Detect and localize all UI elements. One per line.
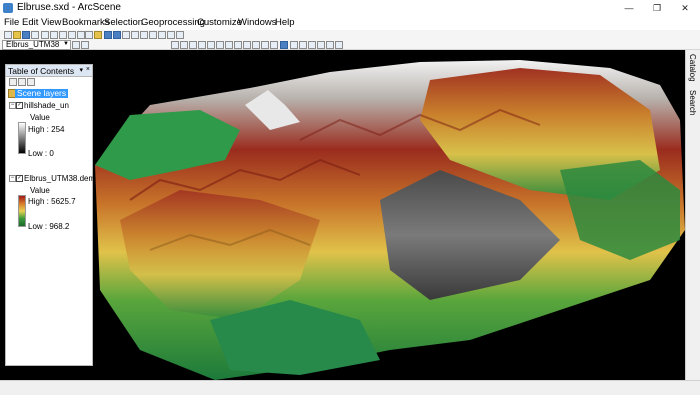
close-button[interactable]: ✕ — [671, 0, 699, 16]
legend-title: Value — [30, 113, 50, 122]
layer-combo[interactable]: Elbrus_UTM38 — [2, 40, 71, 50]
legend-color-ramp — [18, 122, 26, 154]
legend-low: Low : 968.2 — [28, 222, 70, 231]
menu-bar: File Edit View Bookmarks Selection Geopr… — [0, 16, 700, 30]
set-observer-icon[interactable] — [207, 41, 215, 49]
navigate-icon[interactable] — [171, 41, 179, 49]
fly-icon[interactable] — [180, 41, 188, 49]
search-window-icon[interactable] — [140, 31, 148, 39]
full-extent-icon[interactable] — [243, 41, 251, 49]
layer-visibility-checkbox[interactable]: ✓ — [16, 102, 23, 109]
zoom-in-icon[interactable] — [216, 41, 224, 49]
identify-icon[interactable] — [280, 41, 288, 49]
python-window-icon[interactable] — [158, 31, 166, 39]
hyperlink-icon[interactable] — [308, 41, 316, 49]
scene-properties-icon[interactable] — [113, 31, 121, 39]
zoom-to-target-icon[interactable] — [198, 41, 206, 49]
pan-icon[interactable] — [234, 41, 242, 49]
delete-icon[interactable] — [68, 31, 76, 39]
menu-help[interactable]: Help — [275, 17, 295, 28]
legend-high: High : 5625.7 — [28, 197, 76, 206]
find-icon[interactable] — [299, 41, 307, 49]
save-icon[interactable] — [22, 31, 30, 39]
arcscene-app-icon — [3, 3, 13, 13]
target-center-icon[interactable] — [189, 41, 197, 49]
layer-visibility-checkbox[interactable]: ✓ — [16, 175, 23, 182]
layer-name[interactable]: hillshade_un — [24, 101, 69, 110]
table-icon[interactable] — [122, 31, 130, 39]
open-icon[interactable] — [13, 31, 21, 39]
collapse-icon[interactable]: − — [9, 102, 16, 109]
animation-icon[interactable] — [317, 41, 325, 49]
tab-catalog[interactable]: Catalog — [688, 54, 697, 82]
legend-low: Low : 0 — [28, 149, 54, 158]
terrain-render — [95, 60, 685, 380]
new-document-icon[interactable] — [4, 31, 12, 39]
redo-icon[interactable] — [85, 31, 93, 39]
standard-toolbar — [0, 30, 700, 40]
menu-selection[interactable]: Selection — [104, 17, 143, 28]
menu-view[interactable]: View — [41, 17, 61, 28]
scene-viewer-icon[interactable] — [326, 41, 334, 49]
menu-customize[interactable]: Customize — [197, 17, 242, 28]
status-bar — [0, 380, 700, 395]
title-bar: Elbruse.sxd - ArcScene — ❐ ✕ — [0, 0, 700, 16]
layer-name[interactable]: Elbrus_UTM38.dem — [24, 174, 95, 183]
paste-icon[interactable] — [59, 31, 67, 39]
minimize-button[interactable]: — — [615, 0, 643, 16]
expand-fov-icon[interactable] — [261, 41, 269, 49]
zoom-out-icon[interactable] — [225, 41, 233, 49]
stereo-icon[interactable] — [335, 41, 343, 49]
pin-icon[interactable]: ▾ — [79, 66, 83, 74]
modelbuilder-icon[interactable] — [167, 31, 175, 39]
menu-windows[interactable]: Windows — [238, 17, 277, 28]
menu-file[interactable]: File — [4, 17, 19, 28]
cut-icon[interactable] — [41, 31, 49, 39]
window-title: Elbruse.sxd - ArcScene — [17, 2, 121, 13]
table-of-contents-panel: Table of Contents ▾ × Scene layers − ✓ h… — [5, 64, 95, 366]
collapse-icon[interactable]: − — [9, 175, 16, 182]
toolbar-option-icon[interactable] — [72, 41, 80, 49]
menu-bookmarks[interactable]: Bookmarks — [62, 17, 110, 28]
toolbar-option-icon[interactable] — [81, 41, 89, 49]
list-by-source-icon[interactable] — [18, 78, 26, 86]
narrow-fov-icon[interactable] — [252, 41, 260, 49]
toc-title: Table of Contents — [8, 66, 75, 76]
menu-geoprocessing[interactable]: Geoprocessing — [141, 17, 205, 28]
print-icon[interactable] — [31, 31, 39, 39]
undo-icon[interactable] — [77, 31, 85, 39]
tools-toolbar — [0, 40, 700, 50]
legend-color-ramp — [18, 195, 26, 227]
scene-layers-root[interactable]: Scene layers — [15, 89, 69, 98]
arctoolbox-icon[interactable] — [149, 31, 157, 39]
legend-title: Value — [30, 186, 50, 195]
measure-icon[interactable] — [290, 41, 298, 49]
tab-search[interactable]: Search — [688, 90, 697, 115]
menu-edit[interactable]: Edit — [22, 17, 38, 28]
maximize-button[interactable]: ❐ — [643, 0, 671, 16]
help-icon[interactable] — [176, 31, 184, 39]
layer-properties-icon[interactable] — [104, 31, 112, 39]
legend-high: High : 254 — [28, 125, 65, 134]
list-by-drawing-order-icon[interactable] — [9, 78, 17, 86]
select-features-icon[interactable] — [270, 41, 278, 49]
options-icon[interactable] — [27, 78, 35, 86]
catalog-window-icon[interactable] — [131, 31, 139, 39]
scene-view[interactable] — [0, 50, 685, 380]
toc-toolbar — [6, 77, 92, 86]
add-data-icon[interactable] — [94, 31, 102, 39]
toc-header: Table of Contents ▾ × — [6, 65, 92, 77]
chevron-down-icon[interactable]: ▼ — [63, 41, 69, 47]
side-dock: Catalog Search — [685, 50, 700, 380]
close-icon[interactable]: × — [86, 66, 90, 73]
copy-icon[interactable] — [50, 31, 58, 39]
